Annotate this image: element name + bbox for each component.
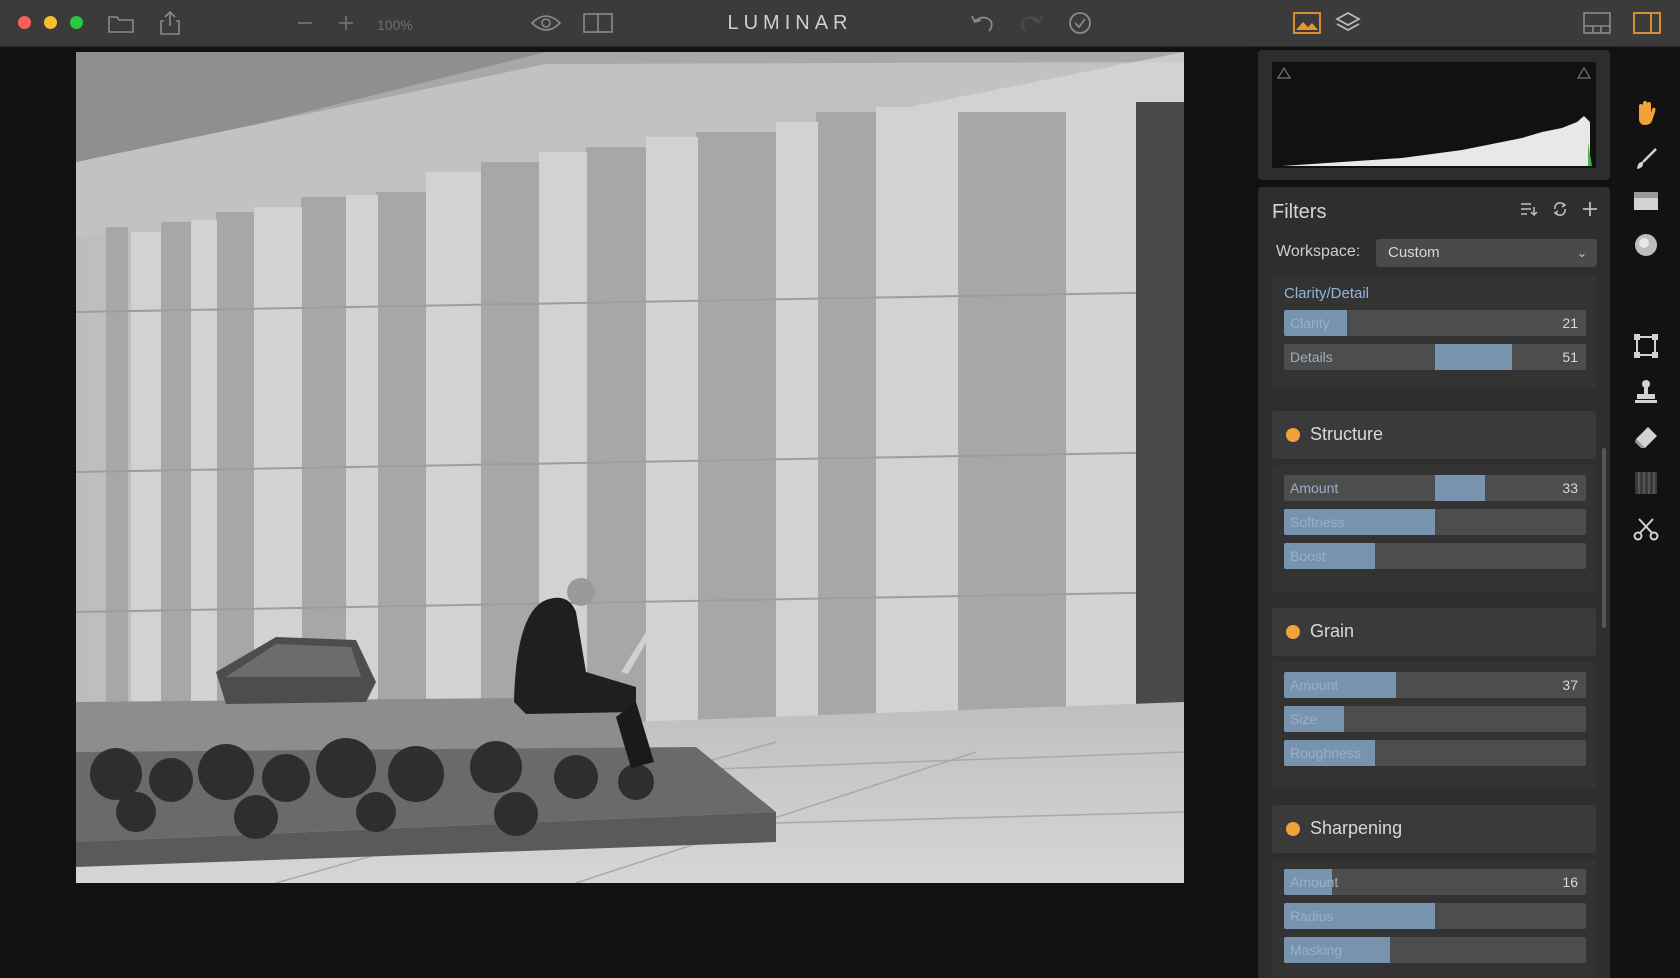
pattern-icon[interactable] [1632,469,1660,497]
structure-boost-slider[interactable]: Boost [1284,543,1586,569]
eye-icon[interactable] [530,10,562,36]
hand-icon[interactable] [1632,99,1660,127]
zoom-in-icon[interactable] [335,10,357,36]
structure-title: Structure [1310,424,1384,444]
app-title: LUMINAR [727,12,853,34]
filters-actions [1520,201,1598,222]
close-window-button[interactable] [18,16,31,29]
clarity-slider-label: Clarity [1290,315,1330,331]
shadow-clipping-icon [1276,66,1292,79]
zoom-window-button[interactable] [70,16,83,29]
compare-icon[interactable] [582,10,614,36]
details-slider-value: 51 [1562,349,1578,365]
grain-roughness-slider[interactable]: Roughness [1284,740,1586,766]
sharpening-amount-slider[interactable]: Amount 16 [1284,869,1586,895]
crop-icon[interactable] [1632,332,1660,360]
clarity-slider-value: 21 [1562,315,1578,331]
grain-size-label: Size [1290,711,1318,727]
zoom-out-icon[interactable] [294,10,316,36]
filters-panel: Filters Workspace: Custom ⌄ Clarity/Deta… [1258,187,1610,978]
structure-amount-value: 33 [1562,480,1578,496]
folder-icon[interactable] [106,10,136,36]
layout-icon[interactable] [1582,10,1612,36]
clarity-slider[interactable]: Clarity 21 [1284,310,1586,336]
histogram-panel [1258,50,1610,180]
structure-softness-label: Softness [1290,514,1345,530]
brush-icon[interactable] [1632,145,1660,173]
sharpening-title: Sharpening [1310,818,1403,838]
workspace-value: Custom [1388,244,1440,261]
filter-list-icon[interactable] [1520,201,1538,222]
grain-title: Grain [1310,621,1355,641]
grain-size-slider[interactable]: Size [1284,706,1586,732]
structure-toggle-icon[interactable] [1286,428,1300,442]
sharpening-amount-label: Amount [1290,874,1339,890]
workspace-label: Workspace: [1276,243,1361,260]
layers-icon[interactable] [1334,10,1362,36]
undo-icon[interactable] [968,10,996,36]
details-slider-label: Details [1290,349,1333,365]
grain-toggle-icon[interactable] [1286,625,1300,639]
grain-amount-label: Amount [1290,677,1339,693]
workspace-select[interactable]: Custom ⌄ [1376,239,1597,267]
photo[interactable] [76,52,1184,883]
redo-icon[interactable] [1018,10,1046,36]
sharpening-masking-label: Masking [1290,942,1343,958]
history-icon[interactable] [1066,10,1094,36]
add-filter-icon[interactable] [1582,201,1598,222]
image-icon[interactable] [1292,10,1322,36]
grain-amount-value: 37 [1562,677,1578,693]
sharpening-radius-slider[interactable]: Radius [1284,903,1586,929]
histogram [1272,62,1596,168]
structure-amount-slider[interactable]: Amount 33 [1284,475,1586,501]
share-icon[interactable] [158,10,182,36]
zoom-level[interactable]: 100% [377,17,413,33]
minimize-window-button[interactable] [44,16,57,29]
structure-amount-label: Amount [1290,480,1339,496]
sharpening-amount-value: 16 [1562,874,1578,890]
refresh-icon[interactable] [1552,201,1568,222]
details-slider-fill [1435,344,1512,370]
histogram-graph [1276,66,1592,166]
cut-icon[interactable] [1632,515,1660,543]
grain-section-header[interactable]: Grain [1272,608,1596,656]
radial-icon[interactable] [1632,231,1660,259]
filters-scrollbar[interactable] [1602,448,1606,628]
sharpening-toggle-icon[interactable] [1286,822,1300,836]
title-bar: 100% LUMINAR [0,0,1680,47]
sidebar-icon[interactable] [1632,10,1662,36]
clarity-detail-label: Clarity/Detail [1284,285,1370,302]
eraser-icon[interactable] [1632,423,1660,451]
structure-softness-slider[interactable]: Softness [1284,509,1586,535]
highlight-clipping-icon [1576,66,1592,79]
sharpening-radius-label: Radius [1290,908,1334,924]
tool-strip [1612,47,1680,978]
sharpening-masking-slider[interactable]: Masking [1284,937,1586,963]
grain-roughness-label: Roughness [1290,745,1361,761]
clone-stamp-icon[interactable] [1632,377,1660,405]
filters-title: Filters [1272,201,1327,223]
gradient-icon[interactable] [1632,187,1660,215]
details-slider[interactable]: Details 51 [1284,344,1586,370]
structure-amount-slider-fill [1435,475,1485,501]
chevron-down-icon: ⌄ [1576,246,1587,260]
structure-section-header[interactable]: Structure [1272,411,1596,459]
structure-boost-label: Boost [1290,548,1326,564]
grain-amount-slider[interactable]: Amount 37 [1284,672,1586,698]
sharpening-section-header[interactable]: Sharpening [1272,805,1596,853]
